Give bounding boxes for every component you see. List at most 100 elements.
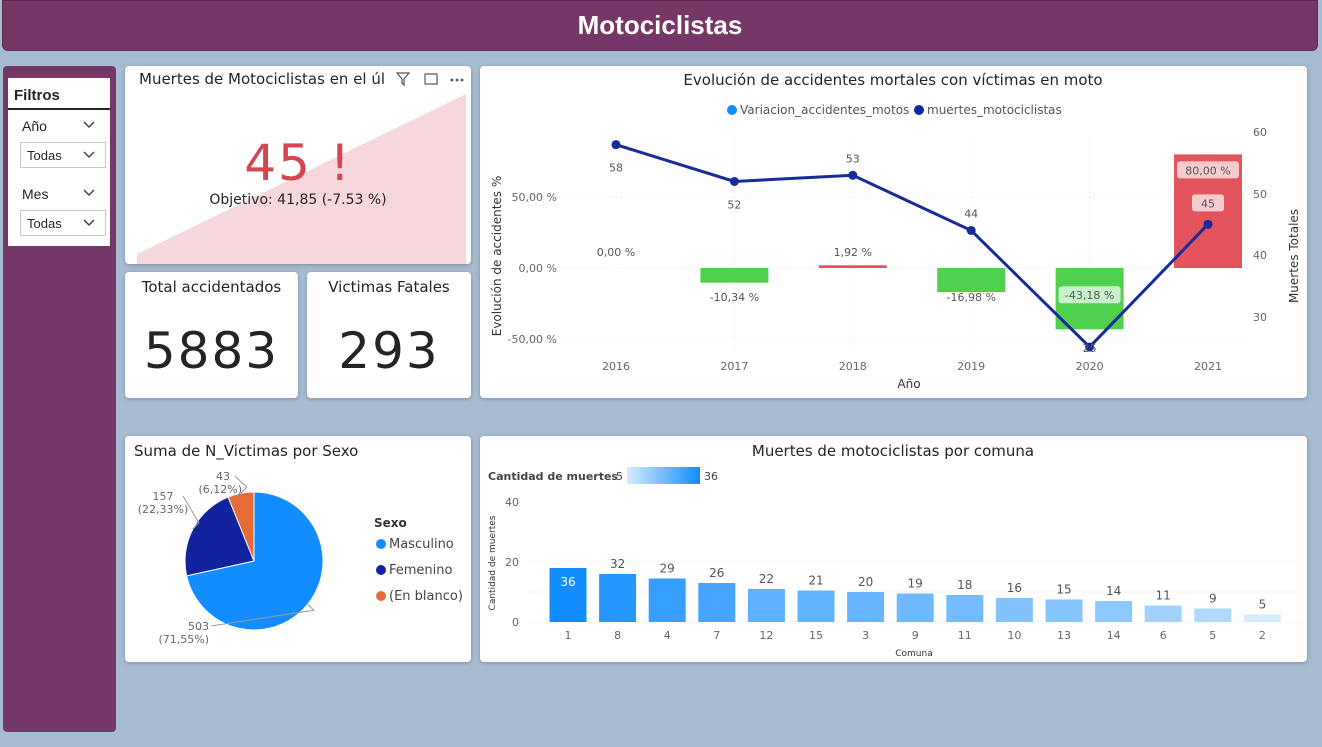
- combo-legend-item[interactable]: Variacion_accidentes_motos: [740, 103, 909, 117]
- combo-legend-item[interactable]: muertes_motociclistas: [927, 103, 1062, 117]
- x-tick-label: 3: [862, 629, 869, 642]
- comuna-bar[interactable]: [847, 592, 885, 622]
- year-filter-label: Año: [22, 118, 47, 134]
- bar-data-label: 21: [808, 574, 823, 588]
- deaths-label: 53: [846, 152, 860, 165]
- legend-marker: [727, 105, 737, 115]
- deaths-point[interactable]: [966, 225, 976, 235]
- deaths-point[interactable]: [848, 170, 858, 180]
- kpi-card[interactable]: Muertes de Motociclistas en el úl 45 ! O…: [125, 66, 471, 264]
- kpi-value: 45 !: [244, 134, 352, 192]
- x-tick-label: 2019: [957, 360, 985, 373]
- comuna-bar[interactable]: [698, 583, 736, 622]
- filters-title: Filtros: [8, 78, 110, 110]
- combo-gridlines: [565, 136, 1248, 351]
- x-tick-label: 9: [912, 629, 919, 642]
- page-header: Motociclistas: [2, 0, 1318, 51]
- bar-data-label: 15: [1056, 583, 1071, 597]
- bar-y-axis-title: Cantidad de muertes: [488, 515, 498, 610]
- variation-label: 80,00 %: [1185, 164, 1230, 177]
- pie-legend-item[interactable]: Masculino: [389, 537, 454, 552]
- x-tick-label: 12: [759, 629, 773, 642]
- legend-marker: [376, 591, 386, 601]
- deaths-line[interactable]: [615, 143, 1210, 350]
- bar-chart-title: Muertes de motociclistas por comuna: [752, 442, 1034, 460]
- color-scale-max: 36: [704, 470, 718, 483]
- comuna-bar[interactable]: [1095, 601, 1133, 622]
- color-scale-label: Cantidad de muertes: [488, 470, 618, 483]
- legend-marker: [376, 539, 386, 549]
- comuna-bar-chart: Muertes de motociclistas por comuna Cant…: [488, 442, 1300, 659]
- comuna-bar[interactable]: [1243, 614, 1281, 623]
- deaths-label: 44: [964, 207, 978, 220]
- kpi-target: Objetivo: 41,85 (-7.53 %): [209, 192, 387, 208]
- x-tick-label: 2021: [1194, 360, 1222, 373]
- right-tick-label: 50: [1253, 188, 1267, 201]
- bar-data-label: 5: [1259, 598, 1267, 612]
- bar-data-label: 20: [858, 575, 873, 589]
- combo-x-axis-title: Año: [897, 377, 920, 391]
- pie-chart: Suma de N_Victimas por Sexo Sexo 503(71,…: [134, 442, 463, 646]
- deaths-label: 25: [1083, 342, 1097, 355]
- bar-data-label: 29: [660, 562, 675, 576]
- deaths-point[interactable]: [1203, 219, 1213, 229]
- pie-chart-card[interactable]: Suma de N_Victimas por Sexo Sexo 503 (71,…: [125, 436, 471, 662]
- chevron-down-icon[interactable]: [83, 121, 95, 129]
- comuna-bar-chart-card[interactable]: Muertes de motociclistas por comuna Cant…: [480, 436, 1307, 662]
- variation-label: -16,98 %: [946, 291, 995, 304]
- comuna-bar[interactable]: [648, 578, 686, 623]
- bar-y-tick: 20: [505, 556, 519, 569]
- pie-data-label: (71,55%): [158, 633, 209, 646]
- bar-data-label: 18: [957, 578, 972, 592]
- comuna-bar[interactable]: [896, 593, 934, 623]
- total-accidents-value: 5883: [143, 322, 280, 380]
- comuna-bar[interactable]: [1144, 605, 1182, 623]
- x-tick-label: 7: [713, 629, 720, 642]
- kpi-title: Muertes de Motociclistas en el úl: [139, 70, 386, 88]
- x-tick-label: 11: [958, 629, 972, 642]
- focus-mode-icon[interactable]: [424, 73, 438, 85]
- year-filter-value: Todas: [27, 148, 62, 163]
- bar-data-label: 32: [610, 557, 625, 571]
- chevron-down-icon[interactable]: [83, 189, 95, 197]
- bar-data-label: 16: [1007, 581, 1022, 595]
- x-tick-label: 15: [809, 629, 823, 642]
- variation-label: -10,34 %: [710, 291, 759, 304]
- combo-chart-title: Evolución de accidentes mortales con víc…: [683, 71, 1102, 89]
- comuna-bar[interactable]: [995, 598, 1033, 622]
- pie-legend-item[interactable]: Femenino: [389, 563, 453, 578]
- bar-data-label: 36: [560, 575, 575, 589]
- combo-right-axis-title: Muertes Totales: [1287, 209, 1301, 303]
- bar-y-tick: 40: [505, 496, 519, 509]
- x-tick-label: 8: [614, 629, 621, 642]
- total-accidents-card[interactable]: Total accidentados 5883: [125, 272, 298, 398]
- comuna-bar[interactable]: [1194, 608, 1232, 623]
- x-tick-label: 2016: [602, 360, 630, 373]
- deaths-point[interactable]: [611, 140, 621, 150]
- variation-bar[interactable]: [937, 268, 1006, 293]
- combo-chart-card[interactable]: Evolución de accidentes mortales con víc…: [480, 66, 1307, 398]
- bar-data-label: 14: [1106, 584, 1121, 598]
- filters-panel: Filtros Año Todas Mes Todas: [8, 78, 110, 246]
- more-options-icon[interactable]: [450, 78, 454, 82]
- deaths-label: 58: [609, 162, 623, 175]
- comuna-bar[interactable]: [747, 589, 785, 622]
- month-filter-label: Mes: [22, 186, 49, 202]
- variation-bar[interactable]: [700, 268, 769, 283]
- fatal-victims-card[interactable]: Victimas Fatales 293: [307, 272, 471, 398]
- bar-data-label: 22: [759, 572, 774, 586]
- comuna-bar[interactable]: [599, 574, 637, 622]
- comuna-bar[interactable]: [946, 595, 984, 622]
- variation-bar[interactable]: [818, 265, 887, 268]
- bar-data-label: 19: [908, 577, 923, 591]
- pie-data-label: 503: [188, 620, 209, 633]
- variation-label: 1,92 %: [834, 246, 872, 259]
- color-scale-min: 5: [616, 470, 623, 483]
- x-tick-label: 10: [1007, 629, 1021, 642]
- right-tick-label: 40: [1253, 249, 1267, 262]
- comuna-bar[interactable]: [797, 590, 835, 623]
- pie-legend-item[interactable]: (En blanco): [389, 589, 463, 604]
- comuna-bar[interactable]: [1045, 599, 1083, 623]
- deaths-point[interactable]: [729, 176, 739, 186]
- filter-icon[interactable]: [395, 72, 411, 87]
